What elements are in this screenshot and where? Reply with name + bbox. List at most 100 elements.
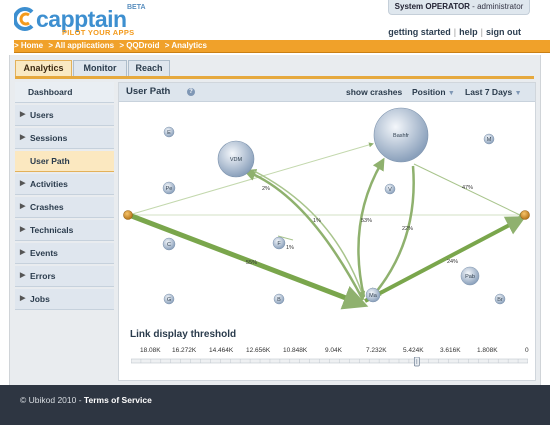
edge-label: 47% [462,185,473,191]
sidebar-item-users[interactable]: ▶ Users [15,105,114,126]
link-divider: | [480,27,483,37]
capptain-logo-icon [14,7,34,31]
expand-arrow-icon: ▶ [20,111,26,118]
sidebar-item-label: Jobs [30,294,50,304]
node-label: G [167,297,171,303]
sidebar-item-label: Crashes [30,202,64,212]
end-node[interactable] [520,210,530,220]
edge-label: 53% [361,218,372,224]
sidebar-item-label: Sessions [30,133,68,143]
breadcrumb-analytics[interactable]: > Analytics [165,41,210,50]
footer: © Ubikod 2010 - Terms of Service [0,385,550,425]
operator-badge: System OPERATOR - administrator [388,0,530,15]
operator-separator: - [469,2,478,11]
sidebar-item-user-path[interactable]: User Path [15,151,114,172]
threshold-tick: 10.848K [283,347,308,354]
edge-label: 1% [286,245,294,251]
node-label: B [277,297,281,303]
sidebar-item-sessions[interactable]: ▶ Sessions [15,128,114,149]
chevron-down-icon: ▼ [514,90,522,97]
slider-handle[interactable] [413,357,420,367]
show-crashes-link[interactable]: show crashes [346,83,402,101]
breadcrumb-all-applications[interactable]: > All applications [48,41,117,50]
user-path-panel: User Path ? show crashes Position ▼ Last… [118,82,536,381]
node-label: VDM [230,157,243,163]
threshold-tick: 0 [525,347,529,354]
sidebar-item-label: Errors [30,271,56,281]
threshold-tick: 9.04K [325,347,342,354]
edge-label: 1% [313,218,321,224]
expand-arrow-icon: ▶ [20,134,26,141]
node-label: Br [497,297,503,303]
node-label: Ma [369,293,378,299]
sidebar-item-errors[interactable]: ▶ Errors [15,266,114,287]
expand-arrow-icon: ▶ [20,203,26,210]
node-label: M [487,137,492,143]
sidebar-item-label: Events [30,248,58,258]
expand-arrow-icon: ▶ [20,180,26,187]
threshold-tick: 7.232K [366,347,387,354]
panel-title: User Path [126,86,171,97]
edge-label: 24% [447,259,458,265]
sidebar-item-jobs[interactable]: ▶ Jobs [15,289,114,310]
sidebar-item-label: Dashboard [28,87,73,97]
getting-started-link[interactable]: getting started [388,27,451,37]
footer-text: © Ubikod 2010 - Terms of Service [20,395,152,405]
help-icon[interactable]: ? [187,88,195,96]
breadcrumb-home[interactable]: > Home [14,41,46,50]
graph-edge[interactable] [253,170,366,299]
start-node[interactable] [123,210,133,220]
sidebar: Dashboard ▶ Users ▶ Sessions User Path ▶ Ac… [15,82,114,312]
expand-arrow-icon: ▶ [20,295,26,302]
graph-edge[interactable] [364,216,527,303]
beta-badge: BETA [127,4,146,11]
threshold-title: Link display threshold [130,329,237,340]
sign-out-link[interactable]: sign out [486,27,521,37]
operator-user: administrator [477,2,524,11]
node-label: Pe [166,186,173,192]
app-window: capptain BETA PILOT YOUR APPS System OPE… [0,0,550,425]
panel-header: User Path ? show crashes Position ▼ Last… [119,83,535,102]
graph-edge[interactable] [128,212,369,310]
period-dropdown[interactable]: Last 7 Days ▼ [465,83,522,103]
threshold-tick: 5.424K [403,347,424,354]
edge-label: 2% [262,186,270,192]
threshold-tick: 14.464K [209,347,234,354]
sidebar-item-label: Activities [30,179,68,189]
graph-edge[interactable] [357,157,385,298]
help-link[interactable]: help [459,27,478,37]
logo-tagline: PILOT YOUR APPS [62,28,135,37]
operator-role: System OPERATOR [394,2,470,11]
edge-label: 22% [402,226,413,232]
position-dropdown[interactable]: Position ▼ [412,83,455,103]
breadcrumb-app[interactable]: > QQDroid [119,41,162,50]
position-label: Position [412,87,446,97]
graph-nodes: E VDM Bashfr M Pe V C F Pab G B Ma Br [162,107,506,305]
sidebar-item-activities[interactable]: ▶ Activities [15,174,114,195]
sidebar-item-events[interactable]: ▶ Events [15,243,114,264]
user-path-graph: 2% 47% 1% 53% 22% 55% 1% 24% E VDM Bashf… [123,107,530,310]
capptain-logo[interactable]: capptain BETA PILOT YOUR APPS [14,4,174,44]
threshold-slider[interactable] [131,357,528,367]
edge-label: 55% [246,260,257,266]
node-label: C [167,242,171,248]
slider-tick-marks [131,359,528,363]
expand-arrow-icon: ▶ [20,249,26,256]
link-divider: | [453,27,457,37]
terms-of-service-link[interactable]: Terms of Service [84,395,152,405]
top-links: getting started | help | sign out [388,27,521,37]
sidebar-item-crashes[interactable]: ▶ Crashes [15,197,114,218]
tab-underline [15,76,534,79]
sidebar-item-dashboard[interactable]: Dashboard [15,82,114,103]
sidebar-item-label: Technicals [30,225,74,235]
chevron-down-icon: ▼ [447,90,455,97]
node-label: Pab [465,274,475,280]
expand-arrow-icon: ▶ [20,226,26,233]
sidebar-item-technicals[interactable]: ▶ Technicals [15,220,114,241]
tab-monitor[interactable]: Monitor [73,60,127,76]
tab-analytics[interactable]: Analytics [15,60,72,76]
tab-reach[interactable]: Reach [128,60,170,76]
breadcrumb: > Home > All applications > QQDroid > An… [14,40,550,53]
node-label: V [388,187,392,193]
sidebar-item-label: Users [30,110,54,120]
